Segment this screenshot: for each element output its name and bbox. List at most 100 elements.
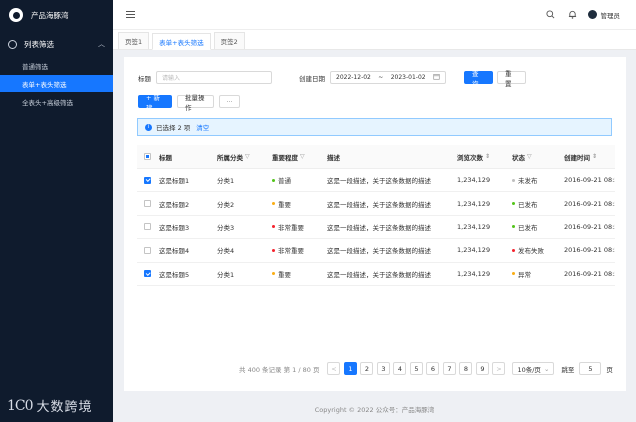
header-actions: 管理员 xyxy=(536,8,621,22)
cell-status: 已发布 xyxy=(518,223,538,232)
cell-category: 分类1 xyxy=(217,270,235,279)
date-start: 2022-12-02 xyxy=(336,74,371,81)
cell-category: 分类1 xyxy=(217,177,235,186)
importance-dot xyxy=(272,225,275,229)
table-row[interactable]: 这是标题1 分类1 普通 这是一段描述，关于这条数据的描述 1,234,129 未发布 20… xyxy=(137,169,615,193)
jump-input[interactable]: 5 xyxy=(579,362,602,375)
cell-category: 分类4 xyxy=(217,247,235,256)
page-button-6[interactable]: 6 xyxy=(426,362,440,375)
action-bar: + 新建 批量操作 ··· xyxy=(138,94,240,112)
next-page-button[interactable]: > xyxy=(492,362,506,375)
cell-importance: 非常重要 xyxy=(278,247,304,256)
page-button-7[interactable]: 7 xyxy=(442,362,456,375)
admin-name[interactable]: 管理员 xyxy=(601,10,621,20)
page-button-5[interactable]: 5 xyxy=(409,362,423,375)
importance-dot xyxy=(272,202,275,206)
page-button-1[interactable]: 1 xyxy=(343,362,357,375)
status-dot xyxy=(512,272,515,276)
cell-views: 1,234,129 xyxy=(457,269,491,278)
date-range-picker[interactable]: 2022-12-02 ~ 2023-01-02 xyxy=(330,71,446,84)
select-all-checkbox[interactable] xyxy=(144,153,151,160)
page-button-2[interactable]: 2 xyxy=(360,362,374,375)
col-category: 所属分类 xyxy=(217,153,243,162)
row-checkbox[interactable] xyxy=(144,200,151,208)
more-button[interactable]: ··· xyxy=(219,95,240,108)
table-body: 这是标题1 分类1 普通 这是一段描述，关于这条数据的描述 1,234,129 未发布 20… xyxy=(137,169,615,286)
query-button[interactable]: 查 询 xyxy=(464,70,493,88)
title-filter-input[interactable]: 请输入 xyxy=(156,71,272,84)
top-header: 管理员 xyxy=(113,0,636,30)
filter-icon[interactable]: ▽ xyxy=(245,153,250,160)
cell-created: 2016-09-21 08:50 xyxy=(564,269,615,278)
filter-icon[interactable]: ▽ xyxy=(300,153,305,160)
sort-icon[interactable]: ⇕ xyxy=(592,153,597,160)
page-button-4[interactable]: 4 xyxy=(393,362,407,375)
cell-status: 发布失败 xyxy=(518,247,544,256)
sidebar-item-normal-filter[interactable]: 普通筛选 xyxy=(0,57,113,74)
filter-icon[interactable]: ▽ xyxy=(527,153,532,160)
cell-created: 2016-09-21 08:50 xyxy=(564,246,615,255)
bell-icon[interactable] xyxy=(566,8,580,22)
title-filter-label: 标题 xyxy=(138,74,151,83)
prev-page-button[interactable]: < xyxy=(327,362,341,375)
col-views: 浏览次数 xyxy=(457,153,483,162)
table-row[interactable]: 这是标题4 分类4 非常重要 这是一段描述，关于这条数据的描述 1,234,129 发布失… xyxy=(137,239,615,263)
row-checkbox[interactable] xyxy=(144,246,151,254)
page-button-3[interactable]: 3 xyxy=(376,362,390,375)
cell-importance: 普通 xyxy=(278,177,291,186)
importance-dot xyxy=(272,248,275,252)
avatar[interactable] xyxy=(587,10,597,19)
chevron-down-icon: ⌄ xyxy=(543,364,550,373)
row-checkbox[interactable] xyxy=(144,223,151,231)
cell-description: 这是一段描述，关于这条数据的描述 xyxy=(327,247,431,256)
page-button-9[interactable]: 9 xyxy=(475,362,489,375)
logo-text: 产品海豚湾 xyxy=(31,10,69,20)
cell-importance: 重要 xyxy=(278,270,291,279)
status-dot xyxy=(512,202,515,206)
search-icon[interactable] xyxy=(544,8,558,22)
tab-form-header-filter[interactable]: 表单+表头筛选 xyxy=(152,33,211,50)
col-title: 标题 xyxy=(159,153,172,162)
tab-page1[interactable]: 页签1 xyxy=(118,32,150,49)
tab-page2[interactable]: 页签2 xyxy=(213,32,245,49)
cell-description: 这是一段描述，关于这条数据的描述 xyxy=(327,200,431,209)
sidebar: 产品海豚湾 列表筛选 ︿ 普通筛选 表单+表头筛选 全表头+高级筛选 1C0 大… xyxy=(0,0,113,422)
chevron-up-icon: ︿ xyxy=(98,40,105,48)
cell-status: 已发布 xyxy=(518,200,538,209)
menu-icon[interactable] xyxy=(126,11,135,18)
page-size-select[interactable]: 10条/页 ⌄ xyxy=(512,362,555,375)
menu-group-list-filter[interactable]: 列表筛选 ︿ xyxy=(0,31,113,57)
cell-views: 1,234,129 xyxy=(457,199,491,208)
sidebar-item-form-header-filter[interactable]: 表单+表头筛选 xyxy=(0,75,113,92)
brand-watermark: 1C0 大数跨境 xyxy=(7,396,93,416)
table-header: 标题 所属分类 ▽ 重要程度 ▽ 描述 浏览次数 ⇕ 状态 ▽ 创建时间 ⇕ xyxy=(137,145,615,169)
page-size-value: 10条/页 xyxy=(517,365,541,374)
footer-copyright: Copyright © 2022 公众号：产品海豚湾 xyxy=(314,406,435,414)
brand-mark: 1C0 xyxy=(7,397,34,414)
cell-importance: 重要 xyxy=(278,200,291,209)
table-row[interactable]: 这是标题5 分类1 重要 这是一段描述，关于这条数据的描述 1,234,129 异常 201… xyxy=(137,263,615,286)
cell-created: 2016-09-21 08:50 xyxy=(564,199,615,208)
page-button-8[interactable]: 8 xyxy=(459,362,473,375)
page-tabs: 页签1 表单+表头筛选 页签2 xyxy=(113,30,636,50)
jump-suffix: 页 xyxy=(606,365,613,374)
cell-description: 这是一段描述，关于这条数据的描述 xyxy=(327,177,431,186)
batch-operation-button[interactable]: 批量操作 xyxy=(177,94,214,112)
cell-title: 这是标题4 xyxy=(159,247,190,256)
reset-button[interactable]: 重 置 xyxy=(497,70,526,88)
new-button[interactable]: + 新建 xyxy=(138,94,172,112)
row-checkbox[interactable] xyxy=(144,270,151,278)
logo[interactable]: 产品海豚湾 xyxy=(0,0,113,30)
pagination-summary: 共 400 条记录 第 1 / 80 页 xyxy=(239,365,320,374)
clear-selection-link[interactable]: 清空 xyxy=(196,122,209,132)
jump-label: 跳至 xyxy=(561,365,575,374)
row-checkbox[interactable] xyxy=(144,176,151,184)
cell-status: 未发布 xyxy=(518,177,538,186)
cell-views: 1,234,129 xyxy=(457,176,491,185)
col-importance: 重要程度 xyxy=(272,153,298,162)
table-row[interactable]: 这是标题3 分类3 非常重要 这是一段描述，关于这条数据的描述 1,234,129 已发布… xyxy=(137,216,615,240)
sidebar-item-advanced-filter[interactable]: 全表头+高级筛选 xyxy=(0,93,113,110)
status-dot xyxy=(512,178,515,182)
sort-icon[interactable]: ⇕ xyxy=(485,153,490,160)
table-row[interactable]: 这是标题2 分类2 重要 这是一段描述，关于这条数据的描述 1,234,129 已发布 20… xyxy=(137,192,615,216)
